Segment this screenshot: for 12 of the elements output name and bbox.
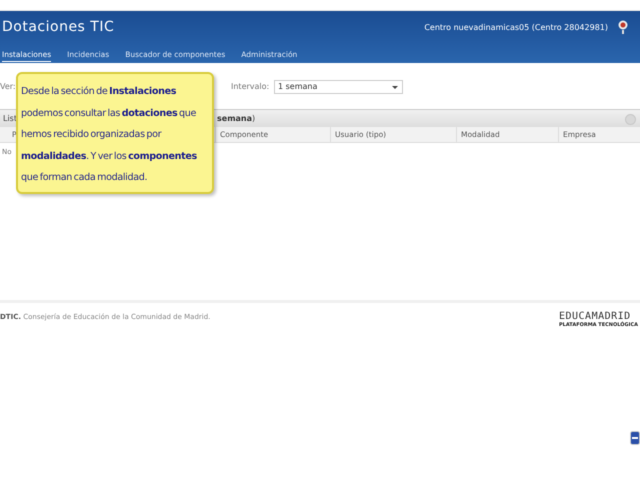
grid-title: semana) [217,114,256,123]
view-label: Ver: [0,82,16,91]
centre-name: Centro nuevadinamicas05 (Centro 28042981) [424,22,608,32]
widget-icon[interactable] [630,431,640,445]
user-icon[interactable] [618,20,628,34]
interval-label: Intervalo: [231,82,270,91]
interval-select[interactable]: 1 semana [274,80,403,94]
grid-title: List [3,114,17,123]
caret-icon [392,86,398,89]
app-title: Dotaciones TIC [2,19,116,35]
tooltip-text: Desde la sección de Instalaciones podemos consultar las dotaciones que hemos recibido organizadas por modalidades. Y ver los componentes que forman cada modalidad. [21,86,197,183]
logo-text: EDUCAMADRID [558,311,631,322]
